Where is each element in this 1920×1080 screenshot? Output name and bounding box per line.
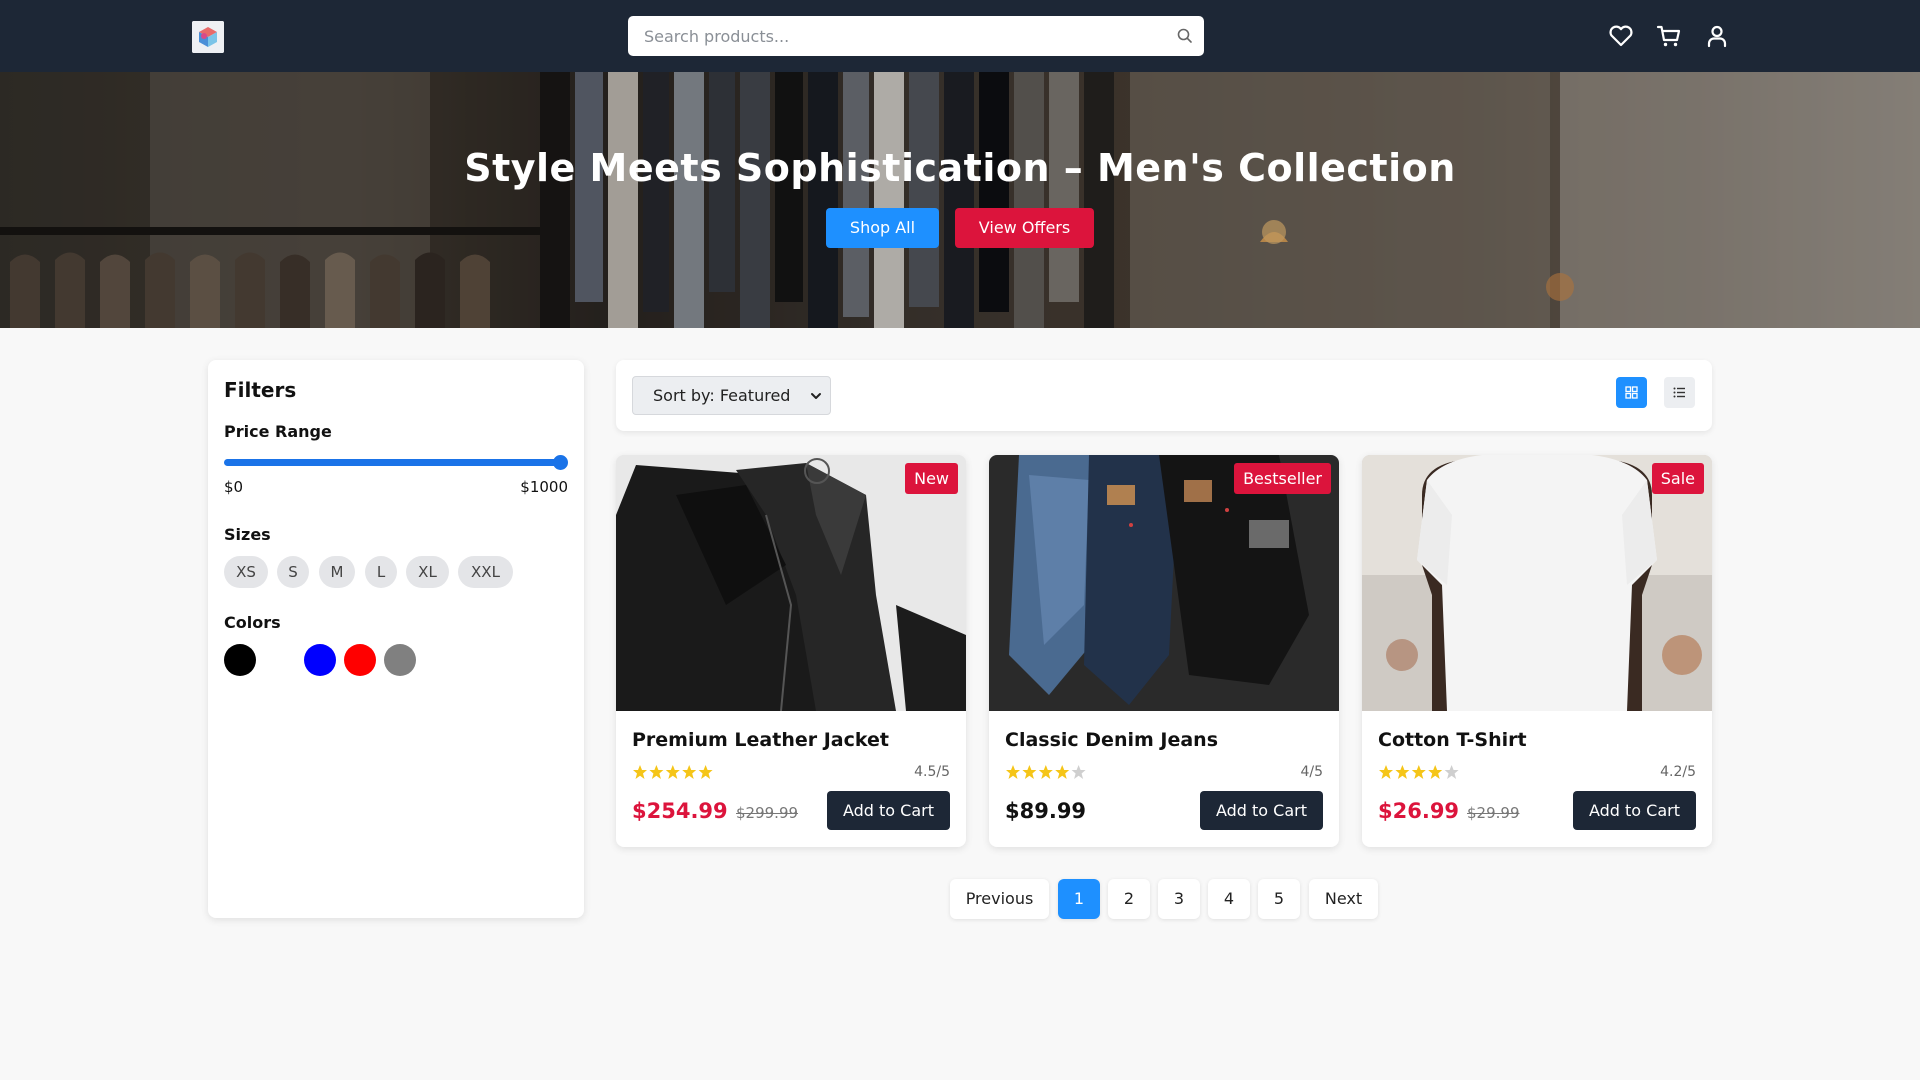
color-swatch-white[interactable] — [264, 644, 296, 676]
pagination-page-4[interactable]: 4 — [1208, 879, 1250, 919]
hero-overlay — [0, 72, 1920, 328]
color-swatch-gray[interactable] — [384, 644, 416, 676]
product-name[interactable]: Cotton T-Shirt — [1378, 729, 1527, 751]
product-image[interactable]: New — [616, 455, 966, 711]
star-icon — [1006, 765, 1020, 779]
product-old-price: $29.99 — [1467, 804, 1520, 822]
star-icon — [1428, 765, 1443, 779]
star-icon — [698, 765, 713, 779]
sizes-label: Sizes — [224, 525, 271, 544]
logo-icon[interactable] — [192, 21, 224, 53]
colors-label: Colors — [224, 613, 281, 632]
product-old-price: $299.99 — [736, 804, 799, 822]
hero-banner: Style Meets Sophistication – Men's Colle… — [0, 72, 1920, 328]
size-option-s[interactable]: S — [277, 556, 309, 588]
product-badge: Bestseller — [1234, 463, 1331, 494]
pagination-page-3[interactable]: 3 — [1158, 879, 1200, 919]
color-swatch-black[interactable] — [224, 644, 256, 676]
product-card[interactable]: Bestseller Classic Denim Jeans 4/5 $89.9… — [989, 455, 1339, 847]
size-option-xxl[interactable]: XXL — [458, 556, 513, 588]
size-option-l[interactable]: L — [365, 556, 397, 588]
rating-stars — [1378, 764, 1460, 780]
filters-panel: Filters Price Range $0 $1000 Sizes XS S … — [208, 360, 584, 918]
list-view-button[interactable] — [1664, 377, 1695, 408]
star-icon — [1071, 765, 1086, 779]
star-icon — [682, 765, 697, 779]
pagination-page-5[interactable]: 5 — [1258, 879, 1300, 919]
rating-stars — [632, 764, 714, 780]
sort-select[interactable]: Sort by: Featured — [632, 376, 831, 415]
pagination-previous[interactable]: Previous — [950, 879, 1049, 919]
view-offers-button[interactable]: View Offers — [955, 208, 1094, 248]
sort-label: Sort by: Featured — [653, 386, 791, 405]
star-icon — [1379, 765, 1393, 779]
search-input[interactable] — [628, 16, 1168, 56]
color-swatch-blue[interactable] — [304, 644, 336, 676]
product-image[interactable]: Sale — [1362, 455, 1712, 711]
add-to-cart-button[interactable]: Add to Cart — [1573, 791, 1696, 830]
add-to-cart-button[interactable]: Add to Cart — [827, 791, 950, 830]
rating-text: 4.2/5 — [1660, 764, 1696, 780]
star-icon — [1022, 765, 1037, 779]
cart-icon[interactable] — [1655, 22, 1683, 50]
product-price: $89.99 — [1005, 799, 1087, 823]
shop-all-button[interactable]: Shop All — [826, 208, 939, 248]
product-name[interactable]: Classic Denim Jeans — [1005, 729, 1218, 751]
product-image[interactable]: Bestseller — [989, 455, 1339, 711]
top-navbar — [0, 0, 1920, 72]
filters-title: Filters — [224, 378, 297, 402]
star-icon — [1411, 765, 1426, 779]
grid-view-icon — [1625, 386, 1638, 399]
color-swatch-red[interactable] — [344, 644, 376, 676]
size-option-m[interactable]: M — [319, 556, 355, 588]
heart-icon[interactable] — [1607, 22, 1635, 50]
star-icon — [649, 765, 664, 779]
size-option-xs[interactable]: XS — [224, 556, 268, 588]
product-name[interactable]: Premium Leather Jacket — [632, 729, 889, 751]
pagination-page-2[interactable]: 2 — [1108, 879, 1150, 919]
price-max-label: $1000 — [520, 478, 568, 496]
search-icon[interactable] — [1176, 27, 1194, 45]
list-view-icon — [1673, 387, 1685, 398]
product-badge: New — [905, 463, 958, 494]
product-toolbar: Sort by: Featured — [616, 360, 1712, 431]
rating-text: 4.5/5 — [914, 764, 950, 780]
star-icon — [1444, 765, 1459, 779]
user-icon[interactable] — [1703, 22, 1731, 50]
star-icon — [633, 765, 647, 779]
hero-title: Style Meets Sophistication – Men's Colle… — [464, 146, 1456, 190]
star-icon — [1395, 765, 1410, 779]
product-badge: Sale — [1651, 463, 1704, 494]
star-icon — [1038, 765, 1053, 779]
price-min-label: $0 — [224, 478, 244, 496]
search-bar — [628, 16, 1204, 56]
product-price: $254.99 — [632, 799, 728, 823]
grid-view-button[interactable] — [1616, 377, 1647, 408]
chevron-down-icon — [811, 393, 821, 399]
star-icon — [665, 765, 680, 779]
product-card[interactable]: Sale Cotton T-Shirt 4.2/5 $26.99 $29.99 … — [1362, 455, 1712, 847]
rating-stars — [1005, 764, 1087, 780]
star-icon — [1055, 765, 1070, 779]
size-option-xl[interactable]: XL — [406, 556, 449, 588]
pagination-page-1[interactable]: 1 — [1058, 879, 1100, 919]
product-card[interactable]: New Premium Leather Jacket 4.5/5 $254.99… — [616, 455, 966, 847]
product-price: $26.99 — [1378, 799, 1460, 823]
pagination-next[interactable]: Next — [1309, 879, 1378, 919]
add-to-cart-button[interactable]: Add to Cart — [1200, 791, 1323, 830]
price-range-thumb[interactable] — [553, 455, 568, 470]
rating-text: 4/5 — [1300, 764, 1323, 780]
price-range-slider[interactable] — [224, 459, 560, 466]
price-range-label: Price Range — [224, 422, 332, 441]
